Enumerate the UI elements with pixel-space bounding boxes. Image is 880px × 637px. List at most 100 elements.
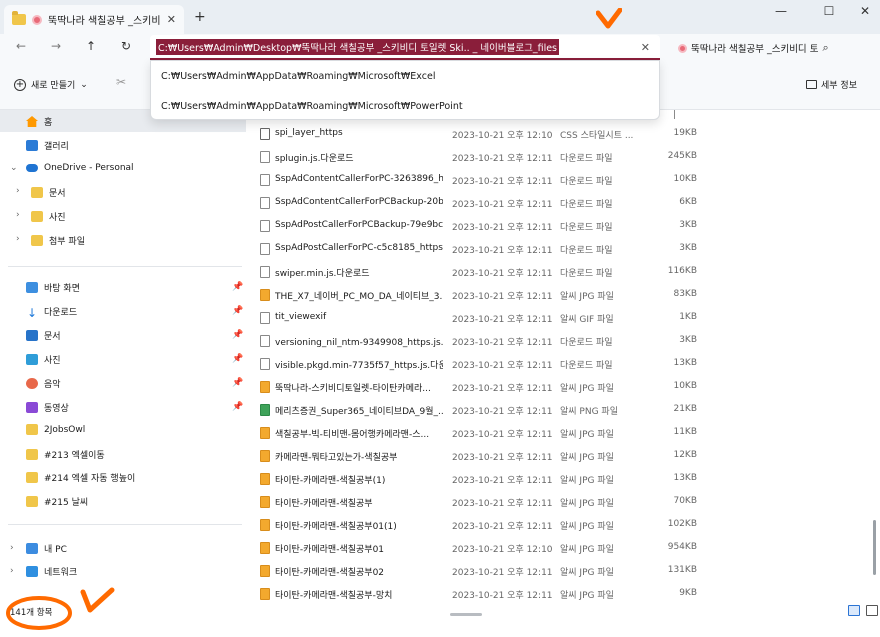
pin-icon[interactable]: 📌 <box>232 306 243 316</box>
file-type: 알씨 PNG 파일 <box>560 407 618 417</box>
new-button[interactable]: + 새로 만들기 ⌄ <box>14 78 88 91</box>
sidebar-item-onedrive-pictures[interactable]: 사진 <box>31 210 66 223</box>
table-row[interactable]: tit_viewexif 2023-10-21 오후 12:11 알씨 GIF 파일… <box>247 307 867 329</box>
sidebar-item-documents[interactable]: 문서 <box>26 329 61 342</box>
details-label: 세부 정보 <box>821 81 857 91</box>
close-button[interactable]: ✕ <box>850 4 880 18</box>
favicon-icon <box>678 43 687 53</box>
suggestion-item[interactable]: C:₩Users₩Admin₩AppData₩Roaming₩Microsoft… <box>161 71 435 82</box>
file-date: 2023-10-21 오후 12:11 <box>452 200 553 210</box>
table-row[interactable]: SspAdPostCallerForPC-c5c8185_https.js...… <box>247 238 867 260</box>
sidebar-item-214[interactable]: #214 엑셀 자동 행높이 <box>26 471 135 484</box>
forward-arrow-icon[interactable]: → <box>47 39 65 55</box>
tab-current-folder[interactable]: 뚝딱나라 색칠공부 _스키비디 ✕ <box>4 5 184 34</box>
horizontal-scrollbar[interactable] <box>450 613 482 616</box>
file-size: 13KB <box>673 473 697 483</box>
table-row[interactable]: 타이탄-카메라맨-색칠공부(1) 2023-10-21 오후 12:11 알씨 JP… <box>247 468 867 490</box>
table-row[interactable]: THE_X7_네이버_PC_MO_DA_네이티브_3... 2023-10-21 … <box>247 284 867 306</box>
sidebar-item-desktop[interactable]: 바탕 화면 <box>26 281 80 294</box>
details-view-icon[interactable] <box>848 605 860 616</box>
sidebar-item-onedrive-attachments[interactable]: 첨부 파일 <box>31 234 85 247</box>
sidebar-item-2jobsowl[interactable]: 2JobsOwl <box>26 424 85 435</box>
gallery-icon <box>26 140 38 151</box>
sidebar-item-pictures[interactable]: 사진 <box>26 353 61 366</box>
table-row[interactable]: 카메라맨-뭐타고있는가-색칠공부 2023-10-21 오후 12:11 알씨 JP… <box>247 445 867 467</box>
pin-icon[interactable]: 📌 <box>232 282 243 292</box>
file-icon <box>260 312 270 324</box>
pin-icon[interactable]: 📌 <box>232 378 243 388</box>
file-type: 다운로드 파일 <box>560 154 613 164</box>
suggestion-item[interactable]: C:₩Users₩Admin₩AppData₩Roaming₩Microsoft… <box>161 101 463 112</box>
table-row[interactable]: SspAdPostCallerForPCBackup-79e9bc3_... 20… <box>247 215 867 237</box>
maximize-button[interactable]: ☐ <box>814 4 844 18</box>
clear-address-icon[interactable]: ✕ <box>641 41 650 54</box>
file-date: 2023-10-21 오후 12:11 <box>452 499 553 509</box>
file-name: 타이탄-카메라맨-색칠공부01 <box>275 545 385 555</box>
chevron-right-icon[interactable]: › <box>10 566 14 576</box>
cut-icon[interactable]: ✂ <box>116 75 126 89</box>
chevron-down-icon[interactable]: ⌄ <box>10 163 18 173</box>
sidebar-item-gallery[interactable]: 갤러리 <box>26 139 69 152</box>
address-bar[interactable]: C:₩Users₩Admin₩Desktop₩뚝딱나라 색칠공부 _스키비디 토… <box>150 35 660 60</box>
sidebar-item-onedrive[interactable]: OneDrive - Personal <box>26 163 134 173</box>
search-box[interactable]: 뚝딱나라 색칠공부 _스키비디 토 ⌕ <box>672 38 872 58</box>
table-row[interactable]: spi_layer_https 2023-10-21 오후 12:10 CSS 스타… <box>247 123 867 145</box>
chevron-right-icon[interactable]: › <box>16 186 20 196</box>
refresh-icon[interactable]: ↻ <box>117 39 135 55</box>
new-tab-button[interactable]: + <box>194 9 206 25</box>
table-row[interactable]: versioning_nil_ntm-9349908_https.js.다...… <box>247 330 867 352</box>
table-row[interactable]: splugin.js.다운로드 2023-10-21 오후 12:11 다운로드 파… <box>247 146 867 168</box>
search-icon[interactable]: ⌕ <box>822 41 828 55</box>
table-row[interactable]: 뚝딱나라-스키비디토일렛-타이탄카메라... 2023-10-21 오후 12:1… <box>247 376 867 398</box>
folder-icon <box>26 449 38 460</box>
file-name: SspAdPostCallerForPC-c5c8185_https.js... <box>275 243 443 253</box>
sidebar-item-onedrive-docs[interactable]: 문서 <box>31 186 66 199</box>
folder-icon <box>26 472 38 483</box>
back-arrow-icon[interactable]: ← <box>12 39 30 55</box>
chevron-right-icon[interactable]: › <box>16 210 20 220</box>
folder-icon <box>31 187 43 198</box>
table-row[interactable]: SspAdContentCallerForPC-3263896_htt... 20… <box>247 169 867 191</box>
table-row[interactable]: SspAdContentCallerForPCBackup-20b0e... 20… <box>247 192 867 214</box>
file-name: 타이탄-카메라맨-색칠공부 <box>275 499 373 509</box>
up-arrow-icon[interactable]: ↑ <box>82 39 100 55</box>
sidebar-item-label: 바탕 화면 <box>44 284 80 294</box>
table-row[interactable]: 메리츠증권_Super365_네이티브DA_9월_... 2023-10-21 오… <box>247 399 867 421</box>
table-row[interactable]: 색칠공부-빅-티비맨-몸어행카메라맨-스... 2023-10-21 오후 12:… <box>247 422 867 444</box>
file-type: 알씨 JPG 파일 <box>560 591 614 601</box>
tab-close-icon[interactable]: ✕ <box>167 13 176 26</box>
pin-icon[interactable]: 📌 <box>232 354 243 364</box>
sidebar-item-network[interactable]: 네트워크 <box>26 565 77 578</box>
sidebar-item-this-pc[interactable]: 내 PC <box>26 542 67 555</box>
pin-icon[interactable]: 📌 <box>232 402 243 412</box>
minimize-button[interactable]: — <box>766 4 796 18</box>
chevron-right-icon[interactable]: › <box>16 234 20 244</box>
sidebar-item-videos[interactable]: 동영상 <box>26 401 69 414</box>
sidebar-item-215[interactable]: #215 날씨 <box>26 495 88 508</box>
table-row[interactable]: 타이탄-카메라맨-색칠공부 2023-10-21 오후 12:11 알씨 JPG 파… <box>247 491 867 513</box>
sidebar-item-home[interactable]: 홈 <box>26 115 52 128</box>
pin-icon[interactable]: 📌 <box>232 330 243 340</box>
table-row[interactable]: 타이탄-카메라맨-색칠공부01(1) 2023-10-21 오후 12:11 알씨 … <box>247 514 867 536</box>
tiles-view-icon[interactable] <box>866 605 878 616</box>
table-row[interactable]: visible.pkgd.min-7735f57_https.js.다운... 2… <box>247 353 867 375</box>
file-icon <box>260 174 270 186</box>
image-file-icon <box>260 473 270 485</box>
search-input[interactable]: 뚝딱나라 색칠공부 _스키비디 토 <box>691 41 818 55</box>
table-row[interactable]: 타이탄-카메라맨-색칠공부02 2023-10-21 오후 12:11 알씨 JPG… <box>247 560 867 582</box>
details-pane-button[interactable]: 세부 정보 <box>806 78 857 91</box>
sidebar-item-label: 문서 <box>49 189 66 199</box>
vertical-scrollbar[interactable] <box>873 520 876 575</box>
sidebar-item-213[interactable]: #213 엑셀이동 <box>26 448 105 461</box>
table-row[interactable]: 타이탄-카메라맨-색칠공부01 2023-10-21 오후 12:10 알씨 JPG… <box>247 537 867 559</box>
table-row[interactable]: swiper.min.js.다운로드 2023-10-21 오후 12:11 다운로… <box>247 261 867 283</box>
image-file-icon <box>260 450 270 462</box>
file-size: 245KB <box>667 151 697 161</box>
sidebar-item-downloads[interactable]: ↓ 다운로드 <box>26 305 77 320</box>
file-type: 알씨 JPG 파일 <box>560 568 614 578</box>
sidebar-item-music[interactable]: 음악 <box>26 377 61 390</box>
chevron-right-icon[interactable]: › <box>10 543 14 553</box>
address-path[interactable]: C:₩Users₩Admin₩Desktop₩뚝딱나라 색칠공부 _스키비디 토… <box>156 38 560 55</box>
file-size: 70KB <box>673 496 697 506</box>
sidebar-item-label: 갤러리 <box>44 142 69 152</box>
